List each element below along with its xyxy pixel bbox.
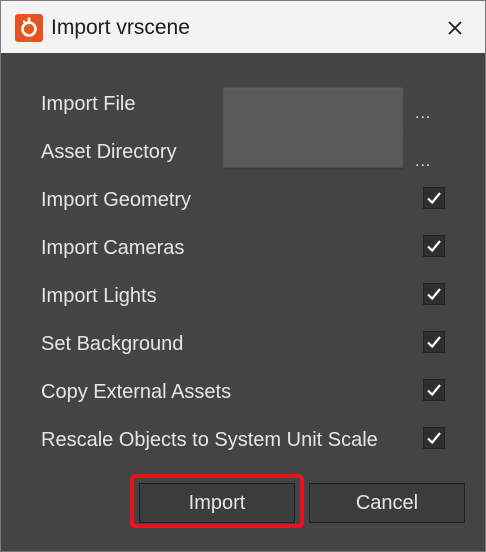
close-button[interactable]	[433, 9, 477, 47]
asset-directory-label: Asset Directory	[41, 141, 177, 163]
rescale-objects-label: Rescale Objects to System Unit Scale	[41, 429, 378, 451]
asset-directory-browse-button[interactable]: ...	[415, 153, 437, 170]
cancel-button[interactable]: Cancel	[309, 483, 465, 523]
copy-external-assets-checkbox[interactable]	[423, 379, 445, 401]
import-lights-checkbox[interactable]	[423, 283, 445, 305]
import-button[interactable]: Import	[139, 483, 295, 523]
window-title: Import vrscene	[51, 16, 190, 39]
checkmark-icon	[427, 432, 441, 445]
set-background-checkbox[interactable]	[423, 331, 445, 353]
checkmark-icon	[427, 192, 441, 205]
import-cameras-label: Import Cameras	[41, 237, 185, 259]
checkmark-icon	[427, 384, 441, 397]
import-lights-label: Import Lights	[41, 285, 157, 307]
title-bar: Import vrscene	[1, 1, 485, 53]
import-file-label: Import File	[41, 93, 136, 115]
import-vrscene-dialog: Import vrscene Import File ... Asset Dir…	[0, 0, 486, 552]
close-icon	[448, 21, 462, 35]
import-geometry-label: Import Geometry	[41, 189, 192, 211]
checkmark-icon	[427, 336, 441, 349]
asset-directory-field[interactable]	[223, 128, 403, 169]
checkmark-icon	[427, 288, 441, 301]
copy-external-assets-label: Copy External Assets	[41, 381, 232, 403]
import-file-field[interactable]	[223, 88, 403, 129]
options-panel: Import File ... Asset Directory ... Impo…	[15, 61, 471, 471]
import-file-browse-button[interactable]: ...	[415, 105, 437, 122]
import-geometry-checkbox[interactable]	[423, 187, 445, 209]
checkmark-icon	[427, 240, 441, 253]
rescale-objects-checkbox[interactable]	[423, 427, 445, 449]
vray-logo-icon	[15, 14, 43, 42]
import-cameras-checkbox[interactable]	[423, 235, 445, 257]
set-background-label: Set Background	[41, 333, 184, 355]
